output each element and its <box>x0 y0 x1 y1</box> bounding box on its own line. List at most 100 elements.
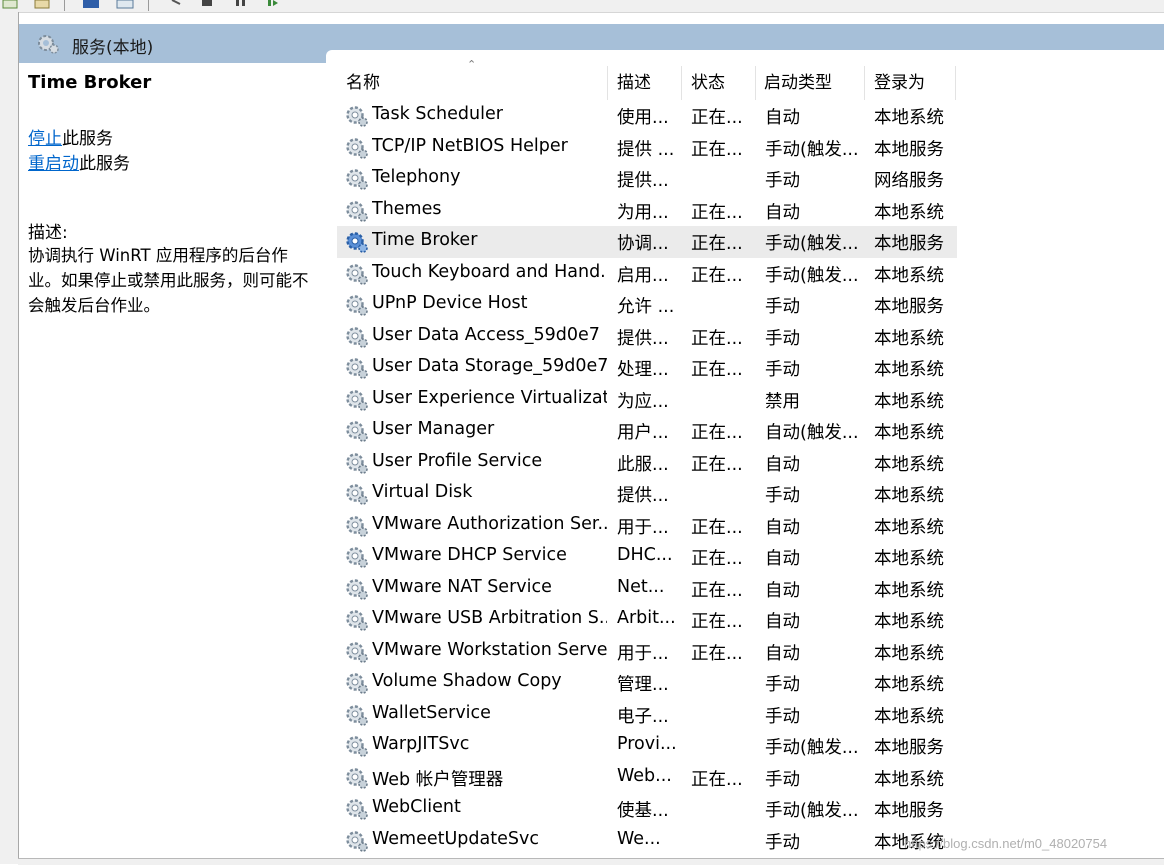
service-description-cell: 为应... <box>617 391 669 412</box>
service-name-cell: User Profile Service <box>372 450 543 471</box>
restart-service-link[interactable]: 重启动 <box>28 154 79 174</box>
service-startup-type-cell: 手动(触发... <box>765 265 859 286</box>
restart-icon[interactable] <box>266 0 280 9</box>
service-name-cell: Touch Keyboard and Hand... <box>372 261 607 282</box>
service-log-on-as-cell: 本地系统 <box>874 108 944 128</box>
table-row[interactable]: VMware Authorization Ser... 用于... 正在... … <box>337 510 957 542</box>
service-description-cell: 使用... <box>617 108 669 128</box>
service-gear-icon <box>346 484 368 505</box>
table-row[interactable]: VMware Workstation Server 用于... 正在... 自动… <box>337 636 957 668</box>
service-log-on-as-cell: 本地服务 <box>874 297 944 317</box>
pause-icon[interactable] <box>234 0 248 9</box>
toolbar-separator <box>64 0 65 11</box>
table-row[interactable]: WalletService 电子... 手动 本地系统 <box>337 699 957 731</box>
stop-icon[interactable] <box>200 0 214 9</box>
service-name-cell: WemeetUpdateSvc <box>372 828 539 849</box>
service-startup-type-cell: 手动(触发... <box>765 234 859 254</box>
watermark: https://blog.csdn.net/m0_48020754 <box>904 836 1108 851</box>
column-header-status[interactable]: 状态 <box>691 66 751 100</box>
service-description-cell: 用户... <box>617 423 669 443</box>
service-gear-icon <box>346 673 368 694</box>
column-divider[interactable] <box>864 66 865 100</box>
service-description-cell: 此服... <box>617 454 669 475</box>
service-startup-type-cell: 自动 <box>765 643 800 664</box>
back-icon[interactable] <box>2 0 18 9</box>
service-log-on-as-cell: 本地系统 <box>874 769 944 790</box>
service-startup-type-cell: 自动 <box>765 580 800 601</box>
service-gear-icon <box>346 452 368 474</box>
service-status-cell: 正在... <box>691 360 743 380</box>
service-gear-icon <box>346 704 368 726</box>
service-gear-icon <box>346 232 368 253</box>
table-row[interactable]: User Manager 用户... 正在... 自动(触发... 本地系统 <box>337 415 957 447</box>
service-name-cell: User Experience Virtualizat... <box>372 387 607 408</box>
service-log-on-as-cell: 本地服务 <box>874 801 944 821</box>
service-name-cell: VMware Authorization Ser... <box>372 513 607 534</box>
service-log-on-as-cell: 本地服务 <box>874 234 944 254</box>
service-startup-type-cell: 手动(触发... <box>765 139 859 160</box>
column-divider[interactable] <box>955 66 956 100</box>
service-status-cell: 正在... <box>691 328 743 349</box>
service-startup-type-cell: 手动 <box>765 832 800 853</box>
table-row[interactable]: VMware USB Arbitration S... Arbit... 正在.… <box>337 604 957 636</box>
service-description-cell: 电子... <box>617 706 669 727</box>
services-table: Task Scheduler 使用... 正在... 自动 本地系统 TCP/I… <box>337 100 957 856</box>
table-row[interactable]: Themes 为用... 正在... 自动 本地系统 <box>337 195 957 227</box>
restart-service-action: 重启动此服务 <box>28 149 323 174</box>
table-row[interactable]: UPnP Device Host 允许 ... 手动 本地服务 <box>337 289 957 321</box>
table-row[interactable]: Telephony 提供... 手动 网络服务 <box>337 163 957 195</box>
service-log-on-as-cell: 本地系统 <box>874 360 944 380</box>
table-row[interactable]: User Data Access_59d0e7 提供... 正在... 手动 本… <box>337 321 957 353</box>
column-header-description[interactable]: 描述 <box>617 66 677 100</box>
table-row[interactable]: VMware NAT Service Net... 正在... 自动 本地系统 <box>337 573 957 605</box>
table-row[interactable]: WemeetUpdateSvc We... 手动 本地系统 <box>337 825 957 857</box>
service-description-cell: 处理... <box>617 360 669 380</box>
column-divider[interactable] <box>607 66 608 100</box>
start-icon[interactable] <box>170 0 182 9</box>
properties-icon[interactable] <box>82 0 100 9</box>
stop-service-link[interactable]: 停止 <box>28 129 62 149</box>
service-name-cell: Time Broker <box>372 230 478 250</box>
table-row[interactable]: Virtual Disk 提供... 手动 本地系统 <box>337 478 957 510</box>
toolbar <box>0 0 1164 13</box>
table-row[interactable]: Task Scheduler 使用... 正在... 自动 本地系统 <box>337 100 957 132</box>
service-name-cell: UPnP Device Host <box>372 293 528 313</box>
table-row[interactable]: TCP/IP NetBIOS Helper 提供 ... 正在... 手动(触发… <box>337 132 957 164</box>
service-startup-type-cell: 自动(触发... <box>765 423 859 443</box>
service-name-cell: WebClient <box>372 797 461 817</box>
service-gear-icon <box>346 421 368 442</box>
table-row[interactable]: User Profile Service 此服... 正在... 自动 本地系统 <box>337 447 957 479</box>
service-status-cell: 正在... <box>691 769 743 790</box>
forward-icon[interactable] <box>34 0 50 9</box>
service-description-cell: 协调... <box>617 234 669 254</box>
column-divider[interactable] <box>681 66 682 100</box>
service-description-cell: We... <box>617 828 661 849</box>
column-header-log-on-as[interactable]: 登录为 <box>874 66 954 100</box>
service-startup-type-cell: 自动 <box>765 202 800 223</box>
service-gear-icon <box>346 358 368 379</box>
service-name-cell: Themes <box>372 198 442 219</box>
column-header-name[interactable]: 名称 <box>346 66 601 100</box>
table-row[interactable]: Volume Shadow Copy 管理... 手动 本地系统 <box>337 667 957 699</box>
service-status-cell: 正在... <box>691 108 743 128</box>
service-startup-type-cell: 手动 <box>765 328 800 349</box>
help-icon[interactable] <box>116 0 134 9</box>
service-description-cell: Net... <box>617 576 665 597</box>
service-gear-icon <box>346 767 368 789</box>
table-row[interactable]: VMware DHCP Service DHC... 正在... 自动 本地系统 <box>337 541 957 573</box>
service-startup-type-cell: 手动 <box>765 360 800 380</box>
column-divider[interactable] <box>755 66 756 100</box>
table-row[interactable]: User Experience Virtualizat... 为应... 禁用 … <box>337 384 957 416</box>
table-row[interactable]: Time Broker 协调... 正在... 手动(触发... 本地服务 <box>337 226 957 258</box>
service-name-cell: User Manager <box>372 419 495 439</box>
table-row[interactable]: Web 帐户管理器 Web... 正在... 手动 本地系统 <box>337 762 957 794</box>
table-row[interactable]: WarpJITSvc Provi... 手动(触发... 本地服务 <box>337 730 957 762</box>
service-name-cell: Volume Shadow Copy <box>372 671 562 691</box>
service-startup-type-cell: 自动 <box>765 454 800 475</box>
table-row[interactable]: Touch Keyboard and Hand... 启用... 正在... 手… <box>337 258 957 290</box>
service-status-cell: 正在... <box>691 454 743 475</box>
table-row[interactable]: User Data Storage_59d0e7 处理... 正在... 手动 … <box>337 352 957 384</box>
table-row[interactable]: WebClient 使基... 手动(触发... 本地服务 <box>337 793 957 825</box>
column-header-startup-type[interactable]: 启动类型 <box>764 66 859 100</box>
service-description-cell: 为用... <box>617 202 669 223</box>
